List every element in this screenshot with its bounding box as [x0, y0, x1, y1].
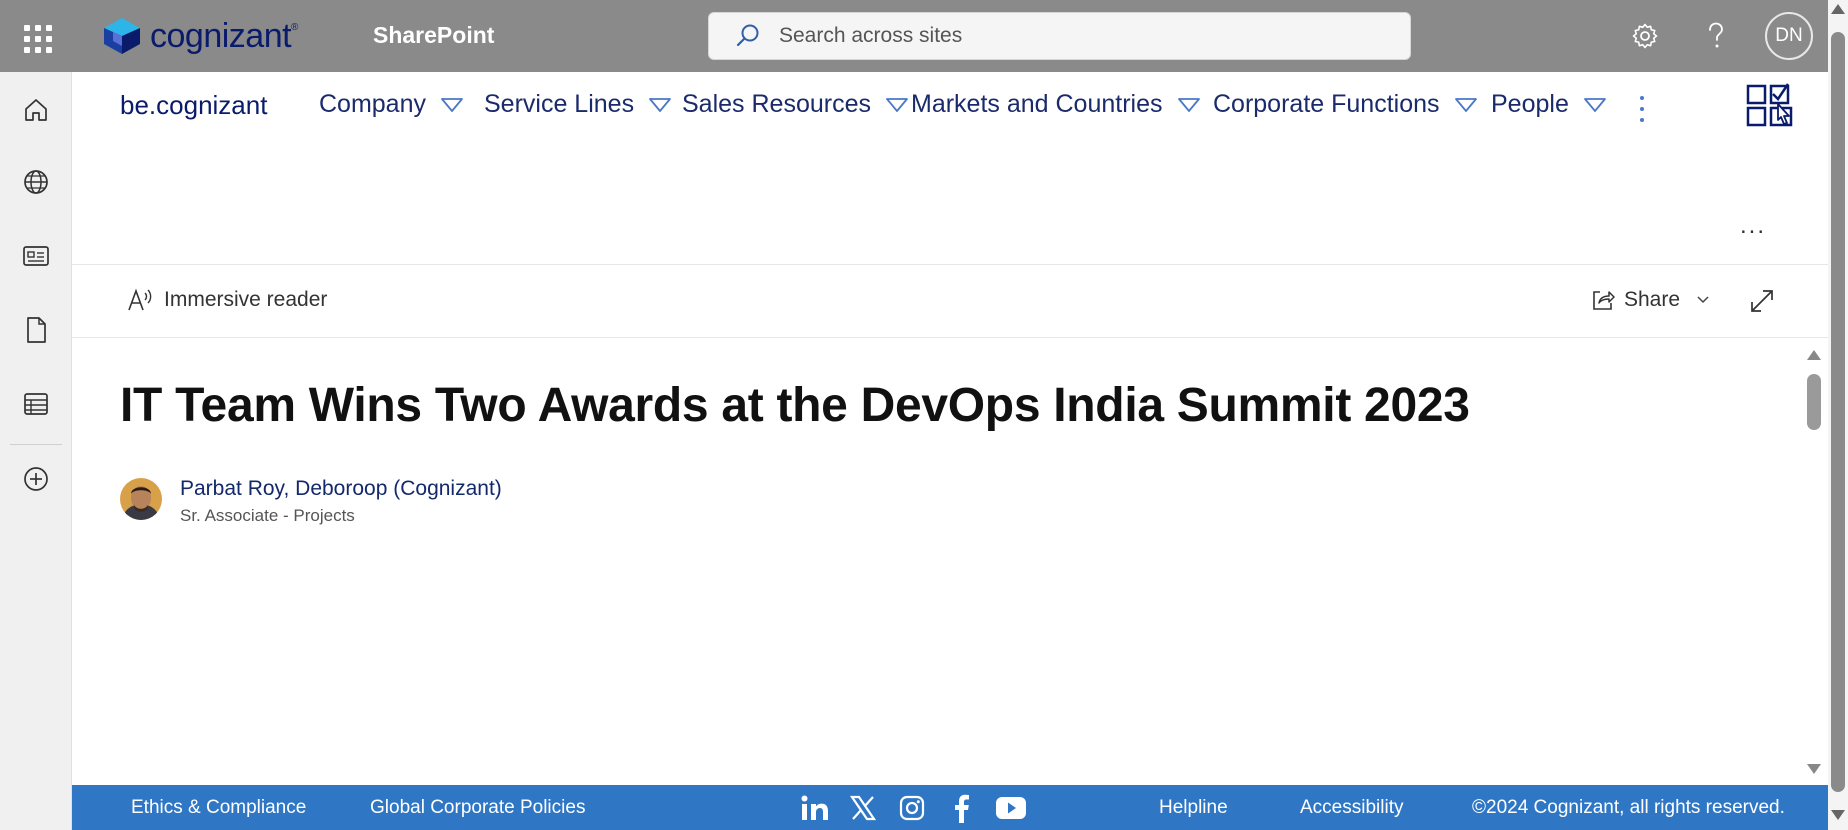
- nav-label: Corporate Functions: [1213, 90, 1440, 118]
- search-box[interactable]: [708, 12, 1411, 60]
- footer-link-ethics[interactable]: Ethics & Compliance: [131, 797, 306, 819]
- scroll-up-icon[interactable]: [1807, 350, 1821, 360]
- nav-company[interactable]: Company: [319, 90, 464, 119]
- chevron-down-icon: [1454, 97, 1477, 112]
- scroll-thumb[interactable]: [1807, 374, 1821, 430]
- user-avatar[interactable]: DN: [1765, 12, 1813, 60]
- author-role: Sr. Associate - Projects: [180, 506, 355, 525]
- app-bar-divider: [10, 444, 62, 445]
- suite-bar: cognizant ® SharePoint DN: [0, 0, 1828, 72]
- author-name[interactable]: Parbat Roy, Deboroop (Cognizant): [180, 477, 502, 501]
- nav-markets-and-countries[interactable]: Markets and Countries: [911, 90, 1201, 119]
- nav-label: Sales Resources: [682, 90, 871, 118]
- footer-link-accessibility[interactable]: Accessibility: [1300, 797, 1403, 819]
- news-icon[interactable]: [20, 240, 52, 272]
- list-icon[interactable]: [20, 388, 52, 420]
- hub-navigation: be.cognizant Company Service Lines Sales…: [72, 72, 1828, 140]
- scroll-thumb[interactable]: [1831, 32, 1845, 792]
- app-bar: [0, 72, 72, 830]
- search-input[interactable]: [779, 24, 1379, 48]
- instagram-icon[interactable]: [895, 791, 929, 825]
- nav-label: Service Lines: [484, 90, 635, 118]
- nav-sales-resources[interactable]: Sales Resources: [682, 90, 909, 119]
- chevron-down-icon: [1177, 97, 1200, 112]
- globe-icon[interactable]: [20, 166, 52, 198]
- scroll-up-icon[interactable]: [1831, 4, 1845, 14]
- linkedin-icon[interactable]: [798, 791, 832, 825]
- footer: Ethics & Compliance Global Corporate Pol…: [72, 785, 1828, 830]
- facebook-icon[interactable]: [944, 791, 978, 825]
- chevron-down-icon: [441, 97, 463, 112]
- cognizant-logo[interactable]: cognizant ®: [100, 14, 298, 58]
- footer-copyright: ©2024 Cognizant, all rights reserved.: [1472, 797, 1785, 818]
- document-icon[interactable]: [20, 314, 52, 346]
- app-name[interactable]: SharePoint: [373, 22, 494, 49]
- immersive-reader-icon: [128, 288, 152, 311]
- nav-label: Company: [319, 90, 426, 118]
- author-avatar[interactable]: [120, 478, 162, 520]
- window-scrollbar[interactable]: [1828, 0, 1848, 830]
- article-title: IT Team Wins Two Awards at the DevOps In…: [120, 379, 1470, 432]
- nav-label: Markets and Countries: [911, 90, 1163, 118]
- logo-trademark: ®: [291, 21, 299, 33]
- nav-service-lines[interactable]: Service Lines: [484, 90, 672, 119]
- expand-icon[interactable]: [1748, 287, 1776, 315]
- scroll-down-icon[interactable]: [1831, 810, 1845, 820]
- settings-icon[interactable]: [1629, 20, 1661, 52]
- more-nav-icon[interactable]: [1632, 94, 1652, 124]
- help-icon[interactable]: [1700, 20, 1732, 52]
- command-bar: Immersive reader Share: [72, 264, 1828, 338]
- search-icon: [736, 24, 759, 47]
- chevron-down-icon: [886, 97, 908, 112]
- footer-link-helpline[interactable]: Helpline: [1159, 797, 1228, 819]
- waffle-icon[interactable]: [18, 20, 52, 54]
- nav-people[interactable]: People: [1491, 90, 1607, 119]
- logo-mark-icon: [104, 18, 140, 54]
- nav-corporate-functions[interactable]: Corporate Functions: [1213, 90, 1478, 119]
- chevron-down-icon: [1583, 97, 1606, 112]
- logo-wordmark: cognizant: [150, 16, 292, 55]
- site-title[interactable]: be.cognizant: [120, 90, 267, 121]
- app-launcher-icon[interactable]: [1744, 80, 1800, 132]
- scroll-down-icon[interactable]: [1807, 764, 1821, 774]
- page-more-options[interactable]: ...: [1740, 212, 1766, 240]
- home-icon[interactable]: [20, 94, 52, 126]
- immersive-reader-button[interactable]: Immersive reader: [126, 287, 327, 313]
- x-icon[interactable]: [846, 791, 880, 825]
- youtube-icon[interactable]: [994, 791, 1028, 825]
- chevron-down-icon: [1697, 296, 1709, 304]
- chevron-down-icon: [649, 97, 671, 112]
- share-icon: [1593, 291, 1615, 310]
- share-label: Share: [1624, 288, 1681, 311]
- add-icon[interactable]: [20, 463, 52, 495]
- share-button[interactable]: Share: [1590, 287, 1710, 313]
- footer-link-policies[interactable]: Global Corporate Policies: [370, 797, 585, 819]
- immersive-reader-label: Immersive reader: [164, 288, 328, 311]
- content-scrollbar[interactable]: [1804, 340, 1824, 780]
- nav-label: People: [1491, 90, 1569, 118]
